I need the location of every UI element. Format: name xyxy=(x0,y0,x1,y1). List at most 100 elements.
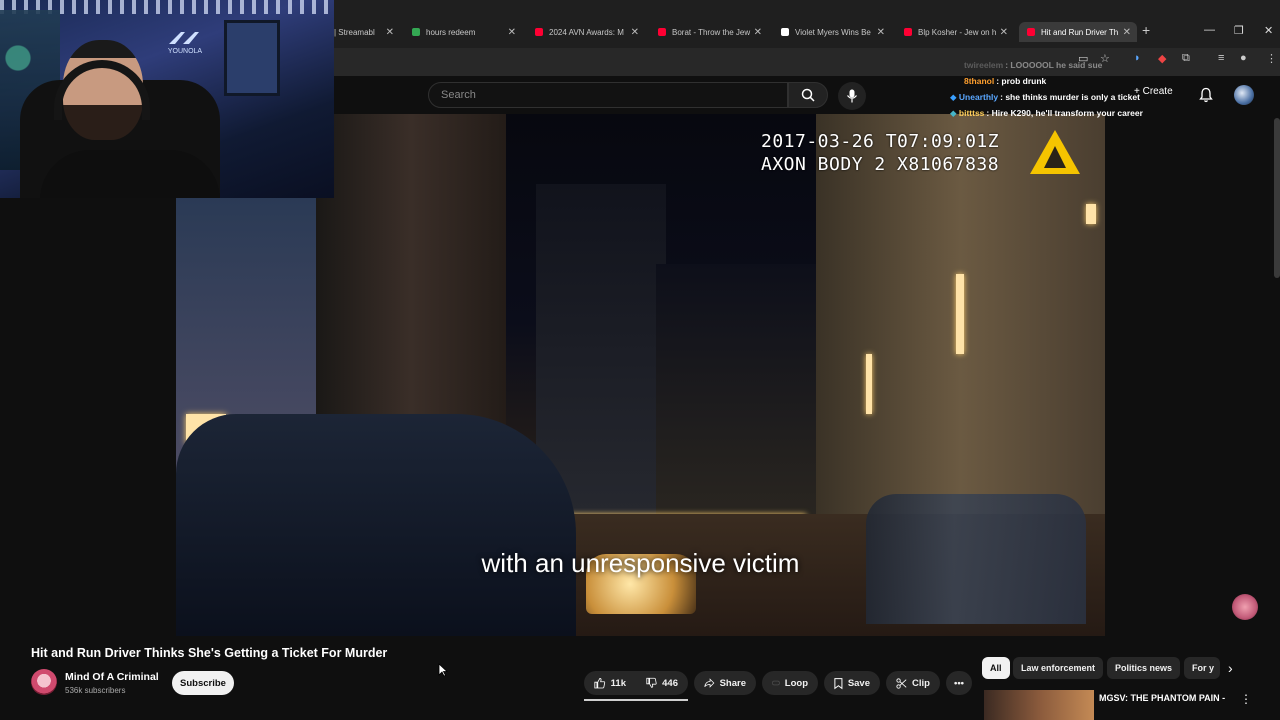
thumbs-up-icon xyxy=(594,677,606,689)
share-icon xyxy=(704,678,715,688)
tab-close-icon[interactable]: ✕ xyxy=(1000,27,1008,38)
tab-title: Blp Kosher - Jew on h xyxy=(918,27,997,37)
share-label: Share xyxy=(719,677,746,689)
create-label: Create xyxy=(1142,86,1173,97)
close-window-icon[interactable]: ✕ xyxy=(1264,24,1273,37)
scene-building-center xyxy=(656,264,816,524)
loop-button[interactable]: Loop xyxy=(762,671,818,695)
scissors-icon xyxy=(896,677,907,689)
browser-menu-icon[interactable]: ⋮ xyxy=(1266,52,1277,65)
scene-light xyxy=(1086,204,1096,224)
new-tab-button[interactable]: + xyxy=(1142,22,1150,38)
channel-name[interactable]: Mind Of A Criminal xyxy=(65,671,159,683)
chip-all[interactable]: All xyxy=(982,657,1010,679)
channel-avatar[interactable] xyxy=(31,669,57,695)
voice-search-button[interactable] xyxy=(838,82,866,110)
scene-light xyxy=(956,274,964,354)
webcam-wall-poster xyxy=(224,20,280,96)
search-input[interactable]: Search xyxy=(428,82,788,108)
tab-title: Violet Myers Wins Be xyxy=(795,27,871,37)
tab-close-icon[interactable]: ✕ xyxy=(754,27,762,38)
subscribe-button[interactable]: Subscribe xyxy=(172,671,234,695)
extension-icon[interactable]: ◗ xyxy=(1134,52,1141,64)
tab-title: Borat - Throw the Jew xyxy=(672,27,751,37)
notifications-bell-icon[interactable] xyxy=(1199,87,1213,103)
media-control-icon[interactable]: ≡ xyxy=(1218,52,1224,64)
webcam-wall-logo: YOUNOLA xyxy=(150,30,220,60)
browser-tab[interactable]: Violet Myers Wins Be ✕ xyxy=(773,22,891,42)
tab-favicon-icon xyxy=(412,28,420,36)
chips-next-arrow-icon[interactable]: › xyxy=(1228,660,1233,676)
extensions-puzzle-icon[interactable]: ⧉ xyxy=(1182,52,1190,65)
tab-favicon-icon xyxy=(535,28,543,36)
chat-text: : she thinks murder is only a ticket xyxy=(1000,92,1140,102)
dislike-button[interactable]: 446 xyxy=(636,671,688,695)
recommended-more-icon[interactable]: ⋮ xyxy=(1240,692,1252,706)
restore-icon[interactable]: ❐ xyxy=(1234,24,1244,37)
chat-message: ◆ bitttss: Hire K290, he'll transform yo… xyxy=(950,108,1143,119)
profile-icon[interactable]: ● xyxy=(1240,52,1247,64)
search-icon xyxy=(801,88,815,102)
account-avatar[interactable] xyxy=(1234,85,1254,105)
tab-close-icon[interactable]: ✕ xyxy=(631,27,639,38)
chat-text: : prob drunk xyxy=(996,76,1047,86)
share-button[interactable]: Share xyxy=(694,671,756,695)
timestamp-line-1: 2017-03-26 T07:09:01Z xyxy=(761,131,1000,152)
recommended-video-title[interactable]: MGSV: THE PHANTOM PAIN - xyxy=(1099,693,1225,703)
floating-channel-badge[interactable] xyxy=(1232,594,1258,620)
chip-law-enforcement[interactable]: Law enforcement xyxy=(1013,657,1104,679)
tab-favicon-icon xyxy=(904,28,912,36)
bookmark-icon xyxy=(834,677,843,689)
more-horizontal-icon: ••• xyxy=(954,677,964,689)
wall-logo-icon xyxy=(169,32,199,44)
subscriber-count: 536k subscribers xyxy=(65,686,126,695)
like-button[interactable]: 11k xyxy=(584,671,636,695)
tab-close-icon[interactable]: ✕ xyxy=(1123,27,1131,38)
loop-label: Loop xyxy=(784,677,808,689)
wall-logo-text: YOUNOLA xyxy=(167,48,203,55)
chat-username: bitttss xyxy=(958,108,985,118)
webcam-streamer xyxy=(54,40,158,170)
clip-button[interactable]: Clip xyxy=(886,671,940,695)
chat-message: ◆ Unearthly: she thinks murder is only a… xyxy=(950,92,1140,103)
loop-icon xyxy=(772,680,780,686)
bodycam-timestamp: 2017-03-26 T07:09:01Z AXON BODY 2 X81067… xyxy=(761,130,999,176)
dislike-count: 446 xyxy=(662,677,678,689)
browser-tab[interactable]: Blp Kosher - Jew on h ✕ xyxy=(896,22,1014,42)
tab-title: Hit and Run Driver Th xyxy=(1041,27,1119,37)
recommended-video-thumbnail[interactable] xyxy=(984,690,1094,720)
browser-tab[interactable]: | Streamabl ✕ xyxy=(334,22,400,42)
page-scrollbar[interactable] xyxy=(1274,118,1280,278)
browser-tab[interactable]: Hit and Run Driver Th ✕ xyxy=(1019,22,1137,42)
browser-tab[interactable]: 2024 AVN Awards: M ✕ xyxy=(527,22,645,42)
chat-badge-icon: ◆ xyxy=(950,92,959,102)
chip-for-you[interactable]: For y xyxy=(1184,657,1220,679)
microphone-icon xyxy=(847,89,857,103)
tab-close-icon[interactable]: ✕ xyxy=(508,27,516,38)
like-count: 11k xyxy=(610,677,626,689)
tab-close-icon[interactable]: ✕ xyxy=(386,27,394,38)
tab-close-icon[interactable]: ✕ xyxy=(877,27,885,38)
chat-username: 8thanol xyxy=(964,76,995,86)
chat-text: : Hire K290, he'll transform your career xyxy=(986,108,1143,118)
browser-tab[interactable]: Borat - Throw the Jew ✕ xyxy=(650,22,768,42)
streamer-webcam: YOUNOLA xyxy=(0,0,334,198)
tab-favicon-icon xyxy=(781,28,789,36)
more-actions-button[interactable]: ••• xyxy=(946,671,972,695)
browser-tab[interactable]: hours redeem ✕ xyxy=(404,22,522,42)
thumbs-down-icon xyxy=(646,677,657,688)
save-button[interactable]: Save xyxy=(824,671,880,695)
search-button[interactable] xyxy=(788,82,828,108)
mouse-cursor-icon xyxy=(438,663,448,677)
extension-2-icon[interactable]: ◆ xyxy=(1158,52,1166,65)
chat-message: 8thanol: prob drunk xyxy=(964,76,1046,86)
minimize-icon[interactable]: — xyxy=(1204,24,1215,36)
chip-politics-news[interactable]: Politics news xyxy=(1107,657,1181,679)
tab-title: hours redeem xyxy=(426,27,476,37)
search-placeholder: Search xyxy=(441,89,476,101)
axon-logo-icon xyxy=(1030,130,1080,174)
chat-text: : LOOOOOL he said sue xyxy=(1005,60,1103,70)
chat-username: Unearthly xyxy=(958,92,999,102)
chat-message: twireelem: LOOOOOL he said sue xyxy=(964,60,1102,70)
timestamp-line-2: AXON BODY 2 X81067838 xyxy=(761,154,1000,175)
